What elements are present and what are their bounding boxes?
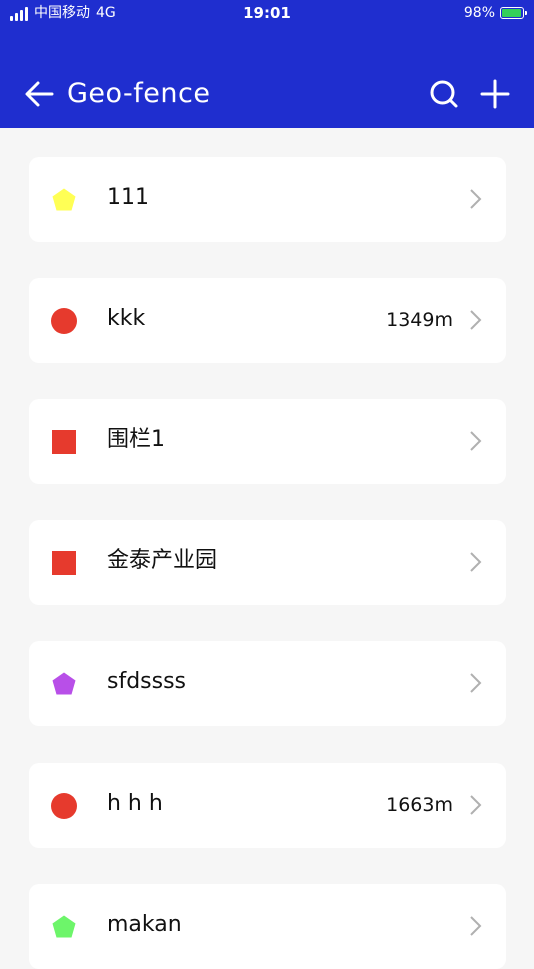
nav-bar: Geo-fence bbox=[0, 60, 534, 128]
chevron-right-icon bbox=[470, 431, 482, 451]
fence-name: h h h bbox=[107, 791, 163, 816]
page-title: Geo-fence bbox=[67, 78, 211, 109]
fence-row[interactable]: sfdssss bbox=[29, 641, 506, 726]
app-header: 中国移动 4G 19:01 98% Geo-fence bbox=[0, 0, 534, 128]
pentagon-icon bbox=[52, 188, 76, 211]
search-icon bbox=[430, 80, 458, 108]
status-right: 98% bbox=[463, 5, 527, 21]
fence-name: sfdssss bbox=[107, 669, 187, 694]
back-button[interactable] bbox=[22, 78, 56, 110]
search-button[interactable] bbox=[426, 76, 462, 112]
fence-name: 金泰产业园 bbox=[107, 548, 218, 573]
chevron-right-icon bbox=[470, 310, 482, 330]
fence-distance: 1663m bbox=[386, 794, 453, 816]
status-time: 19:01 bbox=[243, 4, 291, 22]
fence-row[interactable]: 金泰产业园 bbox=[29, 520, 506, 605]
square-icon bbox=[52, 430, 76, 454]
square-icon bbox=[52, 551, 76, 575]
chevron-right-icon bbox=[470, 552, 482, 572]
circle-icon bbox=[51, 308, 77, 334]
chevron-right-icon bbox=[470, 795, 482, 815]
fence-row[interactable]: kkk 1349m bbox=[29, 278, 506, 363]
fence-name: kkk bbox=[107, 306, 146, 331]
chevron-right-icon bbox=[470, 916, 482, 936]
status-bar: 中国移动 4G 19:01 98% bbox=[0, 0, 534, 28]
battery-percent: 98% bbox=[463, 5, 495, 21]
fence-row[interactable]: 围栏1 bbox=[29, 399, 506, 484]
fence-name: makan bbox=[107, 912, 182, 937]
plus-icon bbox=[480, 79, 510, 109]
fence-row[interactable]: h h h 1663m bbox=[29, 763, 506, 848]
fence-row[interactable]: 111 bbox=[29, 157, 506, 242]
battery-icon bbox=[500, 7, 527, 19]
fence-name: 111 bbox=[107, 185, 149, 210]
fence-distance: 1349m bbox=[386, 309, 453, 331]
pentagon-icon bbox=[52, 915, 76, 938]
fence-row[interactable]: makan bbox=[29, 884, 506, 969]
chevron-right-icon bbox=[470, 189, 482, 209]
arrow-left-icon bbox=[25, 81, 54, 107]
chevron-right-icon bbox=[470, 673, 482, 693]
fence-name: 围栏1 bbox=[107, 427, 165, 452]
pentagon-icon bbox=[52, 672, 76, 695]
circle-icon bbox=[51, 793, 77, 819]
add-button[interactable] bbox=[476, 75, 514, 113]
